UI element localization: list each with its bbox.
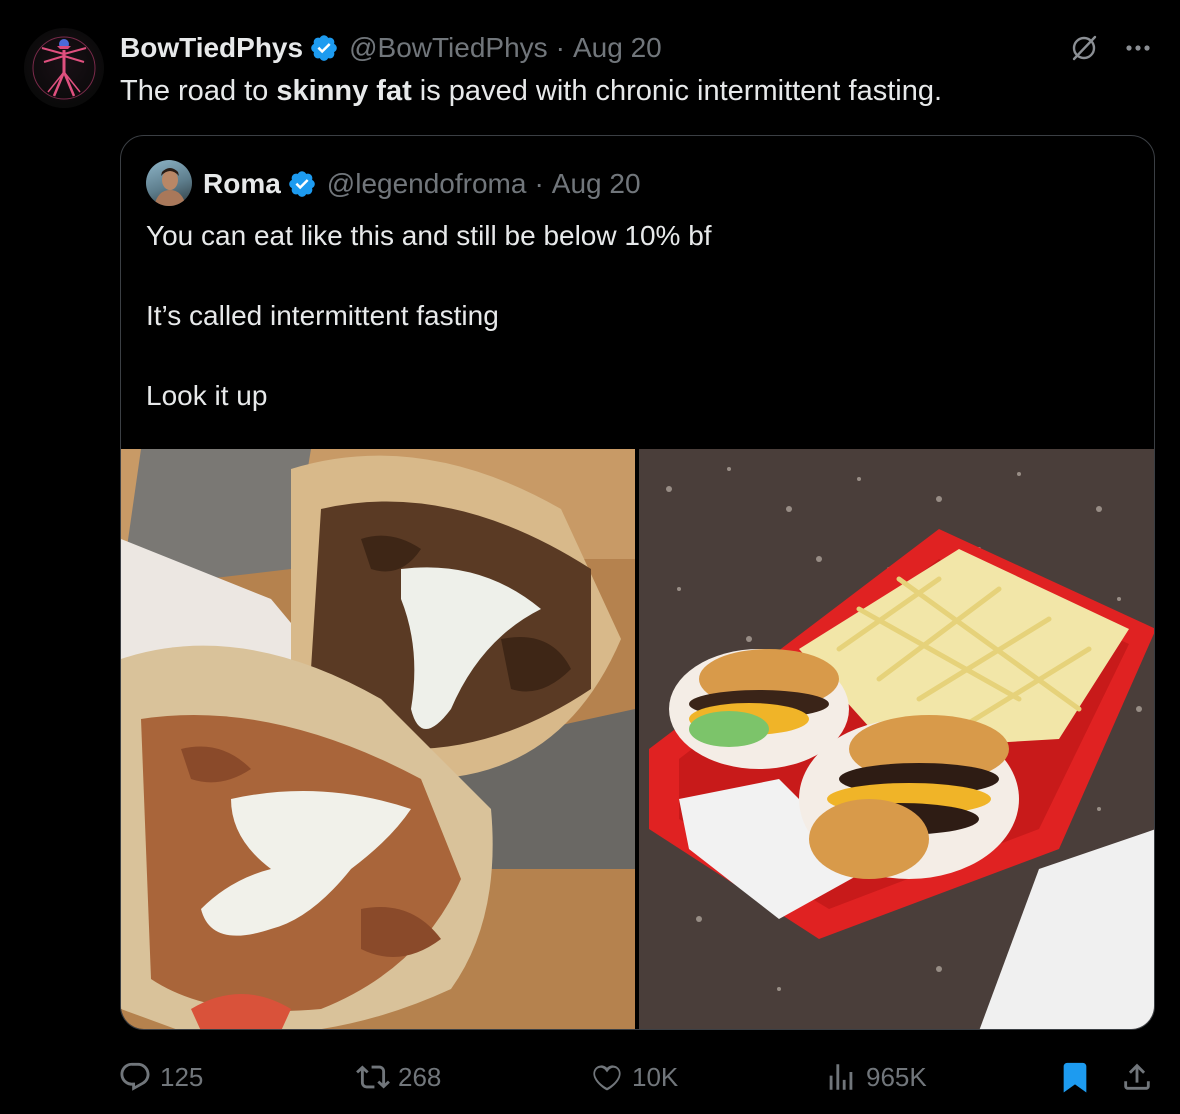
like-count: 10K [632, 1061, 679, 1092]
tweet-text-bold: skinny fat [276, 75, 412, 107]
doner-photo[interactable] [121, 449, 635, 1029]
quoted-text-line-3: Look it up [146, 380, 268, 411]
grok-icon[interactable] [1064, 28, 1104, 68]
repost-icon [356, 1065, 390, 1089]
quoted-tweet[interactable]: Roma @legendofroma · Aug 20 You can eat … [120, 135, 1155, 1030]
views-icon [829, 1064, 853, 1090]
burger-photo[interactable] [639, 449, 1154, 1029]
bookmark-button[interactable] [1058, 1058, 1092, 1096]
reply-button[interactable]: 125 [118, 1058, 203, 1096]
quoted-author-handle[interactable]: @legendofroma [327, 168, 527, 200]
views-button[interactable]: 965K [824, 1058, 927, 1096]
reply-count: 125 [160, 1061, 204, 1092]
quoted-text-line-2: It’s called intermittent fasting [146, 300, 499, 331]
author-handle[interactable]: @BowTiedPhys [349, 32, 548, 64]
quoted-author-avatar[interactable] [146, 160, 192, 206]
separator-dot: · [534, 168, 544, 199]
author-name[interactable]: BowTiedPhys [120, 32, 303, 64]
repost-count: 268 [398, 1061, 442, 1092]
quoted-header: Roma @legendofroma · Aug 20 [203, 164, 641, 204]
tweet-text-after: is paved with chronic intermittent fasti… [411, 75, 943, 107]
share-icon [1124, 1063, 1150, 1090]
views-count: 965K [866, 1061, 927, 1092]
tweet-text-before: The road to [120, 75, 277, 107]
more-icon[interactable] [1118, 28, 1158, 68]
verified-badge-icon[interactable] [287, 169, 317, 199]
tweet-date[interactable]: Aug 20 [573, 32, 662, 64]
reply-icon [120, 1062, 150, 1091]
share-button[interactable] [1120, 1058, 1154, 1096]
bookmark-icon [1063, 1062, 1087, 1093]
quoted-date[interactable]: Aug 20 [552, 168, 641, 200]
repost-button[interactable]: 268 [356, 1058, 441, 1096]
verified-badge-icon[interactable] [309, 33, 339, 63]
quoted-author-name[interactable]: Roma [203, 168, 281, 200]
tweet-text: The road to skinny fat is paved with chr… [120, 70, 942, 112]
author-avatar[interactable] [24, 28, 104, 108]
tweet-header: BowTiedPhys @BowTiedPhys · Aug 20 [120, 28, 662, 68]
separator-dot: · [555, 32, 565, 63]
tweet[interactable]: BowTiedPhys @BowTiedPhys · Aug 20 The ro… [0, 0, 1180, 1114]
quoted-text-line-1: You can eat like this and still be below… [146, 220, 712, 251]
like-button[interactable]: 10K [590, 1058, 678, 1096]
action-bar: 125 268 10K 965K [0, 1050, 1180, 1104]
heart-icon [593, 1065, 621, 1091]
